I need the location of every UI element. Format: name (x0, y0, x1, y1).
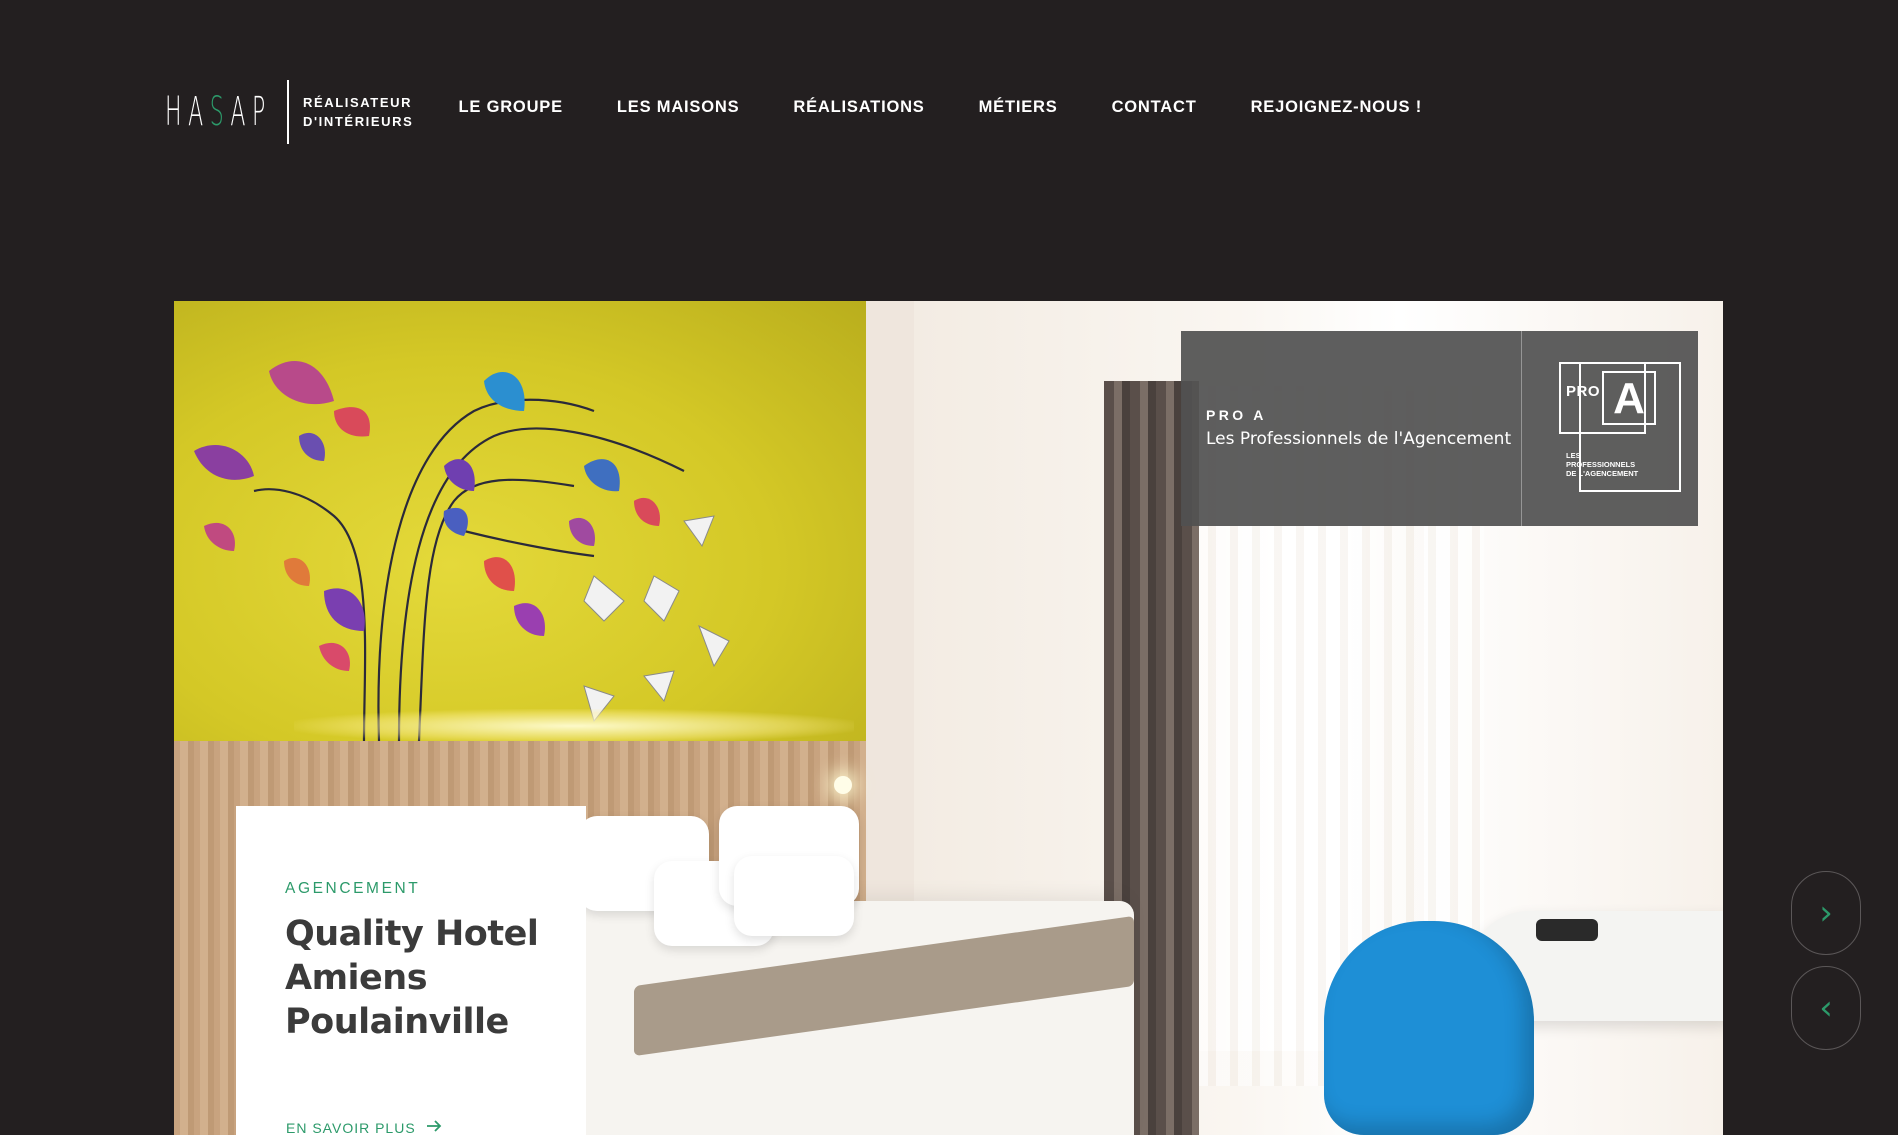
nav-item-contact[interactable]: CONTACT (1112, 98, 1197, 117)
pro-a-logo-letter: A (1602, 371, 1656, 425)
photo-phone (1536, 919, 1598, 941)
en-savoir-plus-label: EN SAVOIR PLUS (286, 1120, 416, 1135)
pro-a-logo-caption-line: DE L'AGENCEMENT (1566, 469, 1639, 478)
pro-a-text: PRO A Les Professionnels de l'Agencement (1181, 331, 1521, 526)
nav-item-metiers[interactable]: MÉTIERS (979, 98, 1058, 117)
en-savoir-plus-link[interactable]: EN SAVOIR PLUS (286, 1119, 442, 1135)
logo-tagline-line1: RÉALISATEUR (303, 94, 413, 110)
logo-letter: A (230, 89, 247, 135)
hasap-logo[interactable]: H A S A P RÉALISATEUR D'INTÉRIEURS (165, 80, 413, 144)
logo-wordmark: H A S A P (165, 89, 265, 135)
pro-a-logo-pro: PRO (1566, 383, 1601, 400)
photo-headboard-light (294, 709, 854, 743)
logo-letter: P (252, 89, 267, 135)
pro-a-logo: PRO A LES PROFESSIONNELS DE L'AGENCEMENT (1522, 331, 1698, 526)
slider-next-button[interactable]: › (1791, 871, 1861, 955)
nav-item-rejoignez-nous[interactable]: REJOIGNEZ-NOUS ! (1251, 98, 1422, 117)
nav-item-le-groupe[interactable]: LE GROUPE (459, 98, 563, 117)
project-title-line: Amiens (285, 958, 428, 998)
photo-pillow (734, 856, 854, 936)
photo-yellow-mural (174, 301, 866, 742)
hero-slide: PRO A Les Professionnels de l'Agencement… (174, 301, 1723, 1135)
logo-tagline: RÉALISATEUR D'INTÉRIEURS (303, 95, 413, 130)
slider-prev-button[interactable]: ‹ (1791, 966, 1861, 1050)
nav-item-realisations[interactable]: RÉALISATIONS (793, 98, 924, 117)
pro-a-badge[interactable]: PRO A Les Professionnels de l'Agencement… (1181, 331, 1698, 526)
project-title-line: Quality Hotel (285, 914, 539, 954)
nav-item-les-maisons[interactable]: LES MAISONS (617, 98, 739, 117)
logo-tagline-line2: D'INTÉRIEURS (303, 113, 414, 129)
pro-a-logo-caption: LES PROFESSIONNELS DE L'AGENCEMENT (1566, 451, 1666, 478)
logo-letter: A (188, 89, 205, 135)
pro-a-kicker: PRO A (1206, 407, 1267, 423)
logo-divider (287, 80, 289, 144)
project-title-line: Poulainville (285, 1002, 509, 1042)
main-nav: LE GROUPE LES MAISONS RÉALISATIONS MÉTIE… (459, 98, 1422, 117)
pro-a-logo-caption-line: PROFESSIONNELS (1566, 460, 1636, 469)
chevron-right-icon: › (1819, 893, 1833, 933)
logo-letter: H (165, 89, 183, 135)
pro-a-title: Les Professionnels de l'Agencement (1206, 429, 1512, 449)
project-title: Quality Hotel Amiens Poulainville (285, 912, 555, 1044)
project-category: AGENCEMENT (285, 880, 421, 897)
mural-pattern (194, 361, 730, 742)
page: H A S A P RÉALISATEUR D'INTÉRIEURS LE GR… (0, 0, 1898, 1135)
photo-reading-lamp (834, 776, 852, 794)
logo-letter-accent: S (209, 89, 225, 135)
pro-a-logo-caption-line: LES (1566, 451, 1581, 460)
arrow-right-icon (426, 1119, 442, 1135)
project-card: AGENCEMENT Quality Hotel Amiens Poulainv… (236, 806, 586, 1135)
photo-blue-chair (1324, 921, 1534, 1135)
chevron-left-icon: ‹ (1819, 988, 1833, 1028)
